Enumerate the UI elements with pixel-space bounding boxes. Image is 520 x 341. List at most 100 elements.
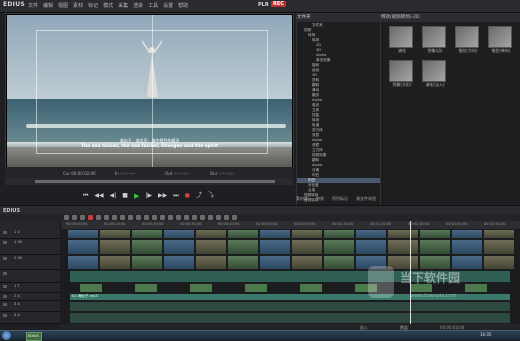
- video-clip[interactable]: [452, 240, 482, 254]
- track-header[interactable]: 2 VA: [0, 255, 60, 270]
- video-clip[interactable]: [164, 240, 194, 254]
- record-button[interactable]: ●: [185, 192, 190, 200]
- taskbar-app-button[interactable]: EDIUS: [26, 332, 42, 341]
- video-clip[interactable]: [260, 240, 290, 254]
- plr-button[interactable]: PLR: [258, 2, 269, 8]
- track-visibility-icon[interactable]: [3, 314, 7, 317]
- track-visibility-icon[interactable]: [3, 241, 7, 244]
- go-start-button[interactable]: ⏮: [83, 192, 88, 200]
- timeline-tool-button[interactable]: [152, 215, 157, 220]
- video-clip[interactable]: [132, 240, 162, 254]
- video-clip[interactable]: [420, 240, 450, 254]
- track-visibility-icon[interactable]: [3, 272, 7, 275]
- video-clip[interactable]: [196, 256, 226, 269]
- scrub-bar[interactable]: [5, 178, 293, 185]
- preview-window[interactable]: 海仙子，海女巫，海中橙色的精灵 The sea fairies, the sea…: [5, 13, 294, 168]
- timeline-tool-button[interactable]: [208, 215, 213, 220]
- video-clip[interactable]: [452, 256, 482, 269]
- video-clip[interactable]: [132, 256, 162, 269]
- effect-item[interactable]: 划像(方形): [387, 60, 413, 90]
- video-clip[interactable]: [164, 256, 194, 269]
- timeline-tool-button[interactable]: [224, 215, 229, 220]
- video-clip[interactable]: [292, 230, 322, 238]
- video-clip[interactable]: [356, 240, 386, 254]
- track-header[interactable]: 1 V: [0, 229, 60, 239]
- track-header[interactable]: 1 VA: [0, 239, 60, 255]
- timeline-tool-button[interactable]: [64, 215, 69, 220]
- step-back-button[interactable]: ◀|: [110, 192, 117, 200]
- timeline-tool-button[interactable]: [96, 215, 101, 220]
- title-clip[interactable]: [80, 284, 102, 292]
- track-visibility-icon[interactable]: [3, 231, 7, 234]
- audio-clip[interactable]: [70, 302, 510, 311]
- video-clip[interactable]: [452, 230, 482, 238]
- mark-out-button[interactable]: ⤵: [208, 192, 214, 200]
- timeline-tool-button[interactable]: [184, 215, 189, 220]
- video-clip[interactable]: [484, 256, 514, 269]
- video-clip[interactable]: [100, 256, 130, 269]
- effect-item[interactable]: 划像(边): [420, 26, 446, 56]
- menu-item[interactable]: 采集: [118, 2, 128, 9]
- video-clip[interactable]: [196, 230, 226, 238]
- menu-item[interactable]: 素材: [73, 2, 83, 9]
- video-clip[interactable]: [292, 256, 322, 269]
- video-clip[interactable]: [484, 230, 514, 238]
- stop-button[interactable]: ■: [122, 192, 128, 200]
- video-clip[interactable]: [324, 240, 354, 254]
- track-header[interactable]: 1 T: [0, 283, 60, 293]
- video-clip[interactable]: [196, 240, 226, 254]
- timeline-tool-button[interactable]: [176, 215, 181, 220]
- menu-item[interactable]: 设置: [163, 2, 173, 9]
- menu-item[interactable]: 渲染: [133, 2, 143, 9]
- play-button[interactable]: ▶: [134, 192, 139, 200]
- menu-item[interactable]: 工具: [148, 2, 158, 9]
- effect-item[interactable]: 溶化: [387, 26, 413, 56]
- video-clip[interactable]: [260, 230, 290, 238]
- go-end-button[interactable]: ⏭: [173, 192, 178, 200]
- menu-item[interactable]: 编辑: [43, 2, 53, 9]
- video-clip[interactable]: [420, 256, 450, 269]
- track-visibility-icon[interactable]: [3, 303, 7, 306]
- timeline-tool-button[interactable]: [120, 215, 125, 220]
- panel-tab[interactable]: 素材库: [296, 196, 308, 202]
- timeline-tool-button[interactable]: [192, 215, 197, 220]
- video-clip[interactable]: [356, 230, 386, 238]
- mark-in-button[interactable]: ⤴: [196, 192, 202, 200]
- video-clip[interactable]: [388, 240, 418, 254]
- video-clip[interactable]: [324, 230, 354, 238]
- video-clip[interactable]: [68, 240, 98, 254]
- video-clip[interactable]: [420, 230, 450, 238]
- timeline-tool-button[interactable]: [160, 215, 165, 220]
- title-clip[interactable]: [245, 284, 267, 292]
- effect-item[interactable]: 推拉(单向): [486, 26, 512, 56]
- track-row[interactable]: [60, 239, 520, 256]
- video-clip[interactable]: [388, 230, 418, 238]
- effect-item[interactable]: 推拉(方向): [453, 26, 479, 56]
- title-clip[interactable]: [300, 284, 322, 292]
- timeline-tool-button[interactable]: [216, 215, 221, 220]
- rec-button[interactable]: REC: [271, 1, 286, 7]
- video-clip[interactable]: [68, 256, 98, 269]
- timeline-tool-button[interactable]: [168, 215, 173, 220]
- timeline-ruler[interactable]: 00:00:00;00 00:00:10;00 00:00:20;00 00:00:3…: [60, 221, 520, 229]
- title-clip[interactable]: [465, 284, 487, 292]
- timeline-tool-button[interactable]: [200, 215, 205, 220]
- video-clip[interactable]: [484, 240, 514, 254]
- menu-item[interactable]: 标记: [88, 2, 98, 9]
- track-header[interactable]: [0, 270, 60, 283]
- timeline-tool-button[interactable]: [144, 215, 149, 220]
- audio-clip[interactable]: [70, 313, 510, 323]
- timeline-tool-button[interactable]: [136, 215, 141, 220]
- title-clip[interactable]: [135, 284, 157, 292]
- track-header[interactable]: 2 A: [0, 293, 60, 301]
- video-clip[interactable]: [100, 240, 130, 254]
- track-visibility-icon[interactable]: [3, 285, 7, 288]
- panel-tab[interactable]: 序列标记: [332, 196, 348, 202]
- panel-tab[interactable]: 特效: [316, 196, 324, 202]
- step-forward-button[interactable]: |▶: [145, 192, 152, 200]
- fast-forward-button[interactable]: ▶▶: [158, 192, 167, 200]
- title-clip[interactable]: [190, 284, 212, 292]
- menu-item[interactable]: 模式: [103, 2, 113, 9]
- rewind-button[interactable]: ◀◀: [94, 192, 103, 200]
- video-clip[interactable]: [260, 256, 290, 269]
